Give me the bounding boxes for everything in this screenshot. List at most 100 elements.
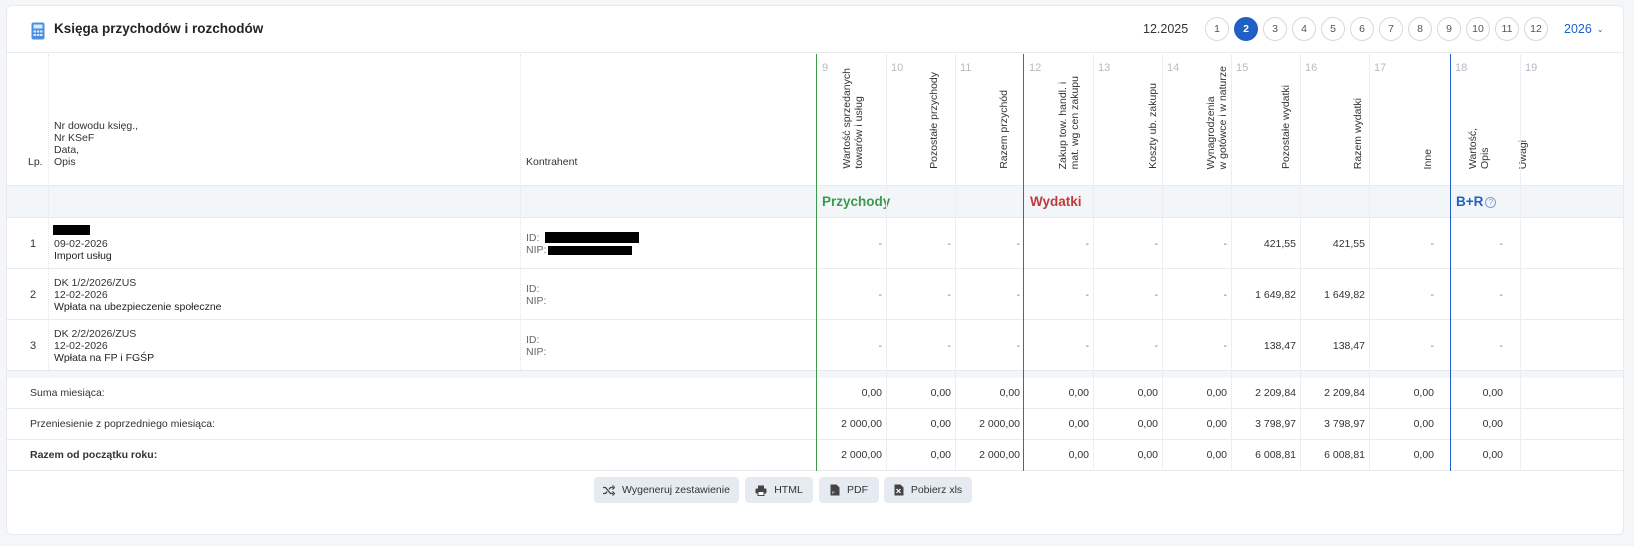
column-label-17: Inne (1422, 148, 1434, 169)
br-divider (1450, 54, 1451, 471)
summary-cell: 0,00 (1206, 418, 1227, 430)
contractor-id-label: ID: (526, 232, 540, 244)
column-number-10: 10 (891, 62, 904, 74)
row-lp: 2 (30, 289, 37, 301)
table-header: Lp. Nr dowodu księg., Nr KSeF Data, Opis… (7, 54, 1623, 185)
row-cell: - (1223, 289, 1228, 301)
top-bar: Księga przychodów i rozchodów 12.2025 12… (7, 6, 1623, 53)
column-divider (48, 54, 49, 370)
column-label-16: Razem wydatki (1352, 97, 1364, 169)
section-income-label: Przychody (822, 194, 891, 209)
page-button-3[interactable]: 3 (1263, 17, 1287, 41)
year-select[interactable]: 2026 ⌄ (1564, 22, 1604, 36)
summary-cell: 0,00 (1206, 449, 1227, 461)
column-lp: Lp. (28, 156, 43, 168)
redacted-contractor-id (545, 232, 639, 243)
row-date: 09-02-2026 (54, 238, 108, 250)
pdf-button[interactable]: P PDF (819, 477, 879, 503)
ledger-card: Księga przychodów i rozchodów 12.2025 12… (6, 5, 1624, 535)
generate-report-button[interactable]: Wygeneruj zestawienie (594, 477, 739, 503)
row-cell: - (1499, 289, 1504, 301)
column-divider (1162, 54, 1163, 471)
table-row[interactable]: 1 09-02-2026 Import usług ID: NIP: - - - - - - 421,… (7, 218, 1623, 269)
summary-cell: 0,00 (1137, 387, 1158, 399)
chevron-down-icon: ⌄ (1596, 25, 1604, 34)
action-buttons: Wygeneruj zestawienie HTML P PDF Pobierz… (7, 477, 1623, 507)
download-xls-label: Pobierz xls (910, 484, 963, 496)
summary-cell: 2 000,00 (841, 449, 882, 461)
page-button-10[interactable]: 10 (1466, 17, 1490, 41)
column-number-12: 12 (1029, 62, 1042, 74)
column-divider (520, 54, 521, 370)
column-label-14: Wynagrodzenia w gotówce i w naturze (1205, 65, 1229, 169)
contractor-id-label: ID: (526, 334, 540, 346)
page-button-1[interactable]: 1 (1205, 17, 1229, 41)
html-button[interactable]: HTML (745, 477, 813, 503)
table-row[interactable]: 2 DK 1/2/2026/ZUS 12-02-2026 Wpłata na ubez… (7, 269, 1623, 320)
page-button-8[interactable]: 8 (1408, 17, 1432, 41)
column-label-19: Uwagi (1517, 139, 1529, 169)
summary-cell: 3 798,97 (1255, 418, 1296, 430)
help-icon[interactable]: ? (1485, 196, 1497, 208)
column-label-10: Pozostałe przychody (928, 72, 940, 169)
summary-row: Przeniesienie z poprzedniego miesiąca: 2 … (7, 409, 1623, 440)
table-separator (7, 370, 1623, 378)
column-number-13: 13 (1098, 62, 1111, 74)
column-label-9: Wartość sprzedanych towarów i usług (841, 68, 865, 169)
row-cell: - (1154, 238, 1159, 250)
column-number-11: 11 (960, 62, 972, 74)
row-cell: - (1016, 340, 1021, 352)
row-description: Wpłata na FP i FGŚP (54, 352, 155, 364)
page-button-5[interactable]: 5 (1321, 17, 1345, 41)
period-label: 12.2025 (1143, 22, 1189, 36)
page-button-7[interactable]: 7 (1379, 17, 1403, 41)
pdf-label: PDF (847, 484, 868, 496)
summary-label: Razem od początku roku: (30, 449, 158, 461)
page-button-11[interactable]: 11 (1495, 17, 1519, 41)
column-divider (1520, 54, 1521, 471)
column-number-14: 14 (1167, 62, 1180, 74)
column-divider (886, 54, 887, 471)
column-kontrahent: Kontrahent (526, 156, 578, 168)
row-date: 12-02-2026 (54, 289, 108, 301)
page-button-4[interactable]: 4 (1292, 17, 1316, 41)
summary-cell: 0,00 (1068, 449, 1089, 461)
row-lp: 1 (30, 238, 37, 250)
column-divider (1093, 54, 1094, 471)
summary-cell: 0,00 (930, 387, 951, 399)
row-cell: 421,55 (1263, 238, 1296, 250)
table-row[interactable]: 3 DK 2/2/2026/ZUS 12-02-2026 Wpłata na FP i… (7, 320, 1623, 371)
column-divider (1369, 54, 1370, 471)
row-cell: - (947, 238, 952, 250)
shuffle-icon (603, 484, 616, 496)
page-button-6[interactable]: 6 (1350, 17, 1374, 41)
row-cell: - (1223, 238, 1228, 250)
expenses-divider (1023, 54, 1024, 471)
summary-cell: 0,00 (1482, 418, 1503, 430)
summary-cell: 6 008,81 (1255, 449, 1296, 461)
contractor-nip-label: NIP: (526, 295, 547, 307)
summary-cell: 2 000,00 (979, 418, 1020, 430)
printer-icon (755, 485, 767, 496)
download-xls-button[interactable]: Pobierz xls (884, 477, 972, 503)
column-divider (955, 54, 956, 471)
page-button-12[interactable]: 12 (1524, 17, 1548, 41)
svg-text:P: P (832, 490, 835, 495)
page-button-9[interactable]: 9 (1437, 17, 1461, 41)
summary-row: Razem od początku roku: 2 000,00 0,00 2 000… (7, 440, 1623, 471)
summary-cell: 2 209,84 (1255, 387, 1296, 399)
row-cell: - (878, 238, 883, 250)
summary-cell: 0,00 (999, 387, 1020, 399)
summary-cell: 0,00 (930, 449, 951, 461)
redacted-doc-number (53, 225, 90, 235)
row-cell: - (947, 340, 952, 352)
row-cell: - (1430, 340, 1435, 352)
column-label-13: Koszty ub. zakupu (1147, 83, 1159, 169)
column-description: Nr dowodu księg., Nr KSeF Data, Opis (54, 120, 139, 168)
redacted-contractor-nip (548, 246, 632, 255)
column-number-9: 9 (822, 62, 829, 74)
row-cell: - (1499, 340, 1504, 352)
row-date: 12-02-2026 (54, 340, 108, 352)
page-button-2[interactable]: 2 (1234, 17, 1258, 41)
row-cell: - (878, 340, 883, 352)
